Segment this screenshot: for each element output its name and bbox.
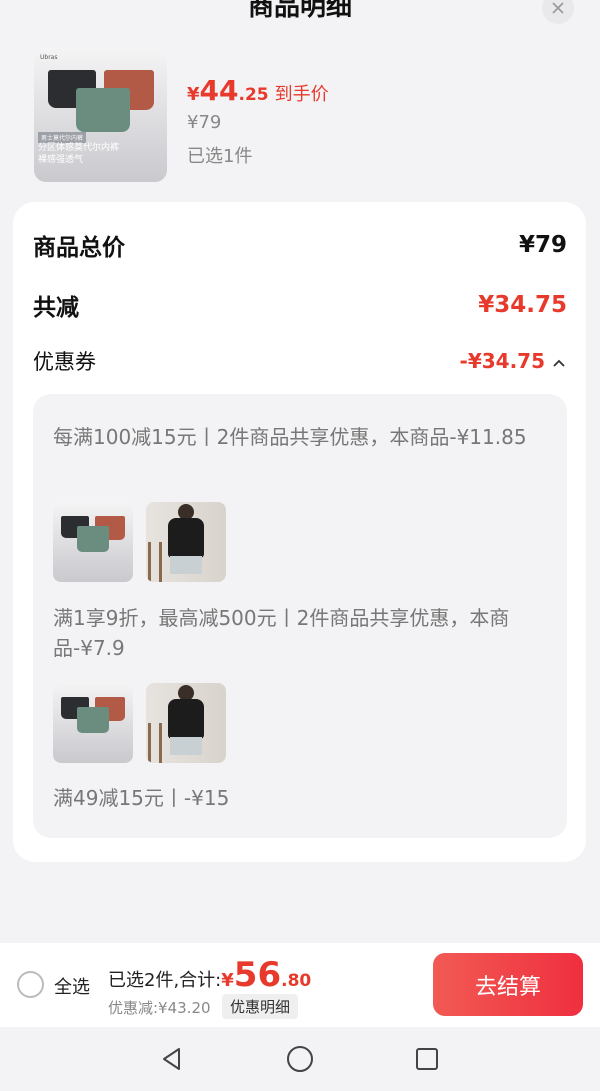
- checkout-button[interactable]: 去结算: [433, 953, 583, 1016]
- price-currency: ¥: [187, 84, 200, 105]
- close-icon: [552, 2, 564, 14]
- price-integer: 44: [199, 74, 239, 107]
- coupon-row[interactable]: 优惠券 -¥34.75: [33, 346, 567, 376]
- coupon-desc-2: 满1享9折，最高减500元丨2件商品共享优惠，本商品-¥7.9: [53, 606, 510, 660]
- product-summary: Ubras 男士莫代尔内裤 分区体感莫代尔内裤 裸感强透气 ¥44.25 到手价 …: [34, 48, 574, 184]
- coupon-desc-1: 每满100减15元丨2件商品共享优惠，本商品-¥11.85: [53, 425, 527, 449]
- home-nav-button[interactable]: [284, 1043, 316, 1075]
- chair: [148, 723, 162, 763]
- coupon-value-wrap: -¥34.75: [460, 349, 567, 373]
- coupon-desc-3: 满49减15元丨-¥15: [53, 786, 230, 810]
- coupon-value: -¥34.75: [459, 349, 545, 373]
- price-breakdown-card: 商品总价 ¥79 共减 ¥34.75 优惠券 -¥34.75 每满100减15元…: [13, 202, 586, 862]
- page-title: 商品明细: [247, 0, 352, 22]
- product-thumbnail[interactable]: Ubras 男士莫代尔内裤 分区体感莫代尔内裤 裸感强透气: [34, 48, 167, 182]
- back-triangle-icon: [163, 1048, 180, 1070]
- back-nav-button[interactable]: [156, 1043, 188, 1075]
- coupon-product-thumb-2[interactable]: [146, 683, 226, 763]
- total-row: 商品总价 ¥79: [33, 228, 567, 262]
- total-integer: 56: [233, 955, 282, 995]
- discount-value: ¥34.75: [478, 292, 567, 318]
- system-nav-bar: [0, 1027, 600, 1091]
- coupon-label: 优惠券: [33, 350, 96, 374]
- recents-square-icon: [416, 1048, 438, 1070]
- select-all-radio[interactable]: [17, 971, 44, 998]
- underwear-green: [76, 88, 130, 132]
- coupon-product-thumb[interactable]: [53, 502, 133, 582]
- thumb-caption-2: 裸感强透气: [38, 155, 84, 165]
- chair: [148, 542, 162, 582]
- coupon-product-thumb-2[interactable]: [146, 502, 226, 582]
- summary-text: 已选2件,合计:: [108, 970, 222, 991]
- discount-label: 共减: [33, 295, 79, 321]
- select-all-label[interactable]: 全选: [54, 973, 90, 999]
- underwear-green: [77, 526, 109, 552]
- shorts: [170, 556, 202, 574]
- final-price: ¥44.25 到手价: [187, 74, 329, 107]
- coupon-details: 每满100减15元丨2件商品共享优惠，本商品-¥11.85 满1享9折，最高减5…: [33, 394, 567, 838]
- saved-amount: 优惠减:¥43.20: [108, 999, 211, 1017]
- discount-row: 共减 ¥34.75: [33, 288, 567, 322]
- black-top: [168, 699, 204, 739]
- price-decimal: .25: [238, 85, 269, 105]
- coupon-product-thumb[interactable]: [53, 683, 133, 763]
- price-label: 到手价: [274, 84, 329, 105]
- chevron-up-icon[interactable]: [551, 355, 567, 371]
- black-top: [168, 518, 204, 558]
- discount-detail-button[interactable]: 优惠明细: [222, 994, 299, 1019]
- checkout-bar: 全选 已选2件,合计:¥56.80 优惠减:¥43.20 优惠明细 去结算: [0, 943, 600, 1027]
- shorts: [170, 737, 202, 755]
- total-currency: ¥: [221, 970, 234, 991]
- home-circle-icon: [287, 1046, 313, 1072]
- cart-total: 已选2件,合计:¥56.80: [108, 955, 311, 995]
- thumb-brand: Ubras: [40, 54, 58, 61]
- underwear-green: [77, 707, 109, 733]
- total-value: ¥79: [518, 232, 567, 258]
- selected-count: 已选1件: [187, 146, 253, 167]
- total-label: 商品总价: [33, 235, 125, 261]
- total-decimal: .80: [281, 971, 312, 991]
- recents-nav-button[interactable]: [411, 1043, 443, 1075]
- original-price: ¥79: [187, 112, 222, 133]
